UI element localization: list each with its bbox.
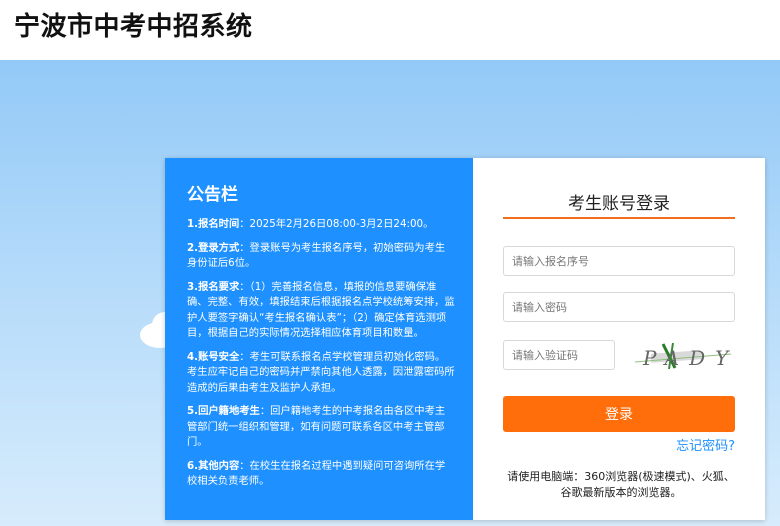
notice-board: 公告栏 1.报名时间：2025年2月26日08:00-3月2日24:00。 2.… <box>165 158 473 520</box>
captcha-input[interactable] <box>503 340 615 370</box>
notice-title: 公告栏 <box>187 185 238 205</box>
main-panel: 公告栏 1.报名时间：2025年2月26日08:00-3月2日24:00。 2.… <box>165 158 765 520</box>
notice-item-label: 5.回户籍地考生 <box>187 405 260 417</box>
notice-item-label: 1.报名时间 <box>187 218 240 230</box>
notice-item-label: 3.报名要求 <box>187 280 240 293</box>
notice-item-label: 2.登录方式 <box>187 241 240 254</box>
login-title: 考生账号登录 <box>568 194 670 214</box>
password-input[interactable] <box>503 292 735 322</box>
login-button[interactable]: 登录 <box>503 396 735 432</box>
forgot-password-link[interactable]: 忘记密码? <box>623 435 735 454</box>
site-title: 宁波市中考中招系统 <box>14 12 253 42</box>
notice-item: 6.其他内容：在校生在报名过程中遇到疑问可咨询所在学校相关负责老师。 <box>187 459 455 490</box>
hero-background: 公告栏 1.报名时间：2025年2月26日08:00-3月2日24:00。 2.… <box>0 60 780 526</box>
browser-tip: 请使用电脑端：360浏览器(极速模式)、火狐、谷歌最新版本的浏览器。 <box>507 470 735 499</box>
notice-item-label: 4.账号安全 <box>187 350 240 363</box>
notice-item: 2.登录方式：登录账号为考生报名序号，初始密码为考生身份证后6位。 <box>187 241 455 272</box>
notice-item-label: 6.其他内容 <box>187 459 240 472</box>
username-input[interactable] <box>503 246 735 276</box>
page-header: 宁波市中考中招系统 <box>0 0 780 60</box>
captcha-text: PADY <box>642 346 733 370</box>
notice-item: 3.报名要求：（1）完善报名信息，填报的信息要确保准确、完整、有效，填报结束后根… <box>187 280 455 342</box>
notice-item: 5.回户籍地考生：回户籍地考生的中考报名由各区中考主管部门统一组织和管理，如有问… <box>187 404 455 451</box>
notice-item: 4.账号安全：考生可联系报名点学校管理员初始化密码。考生应牢记自己的密码并严禁向… <box>187 350 455 397</box>
notice-item-text: ：2025年2月26日08:00-3月2日24:00。 <box>239 218 434 230</box>
captcha-image[interactable]: PADY <box>633 340 733 372</box>
notice-item: 1.报名时间：2025年2月26日08:00-3月2日24:00。 <box>187 217 455 233</box>
login-form: 考生账号登录 PADY 登录 忘记密码? 请使用电脑端：360浏览器(极速模式)… <box>473 158 765 520</box>
login-title-underline <box>503 217 735 219</box>
